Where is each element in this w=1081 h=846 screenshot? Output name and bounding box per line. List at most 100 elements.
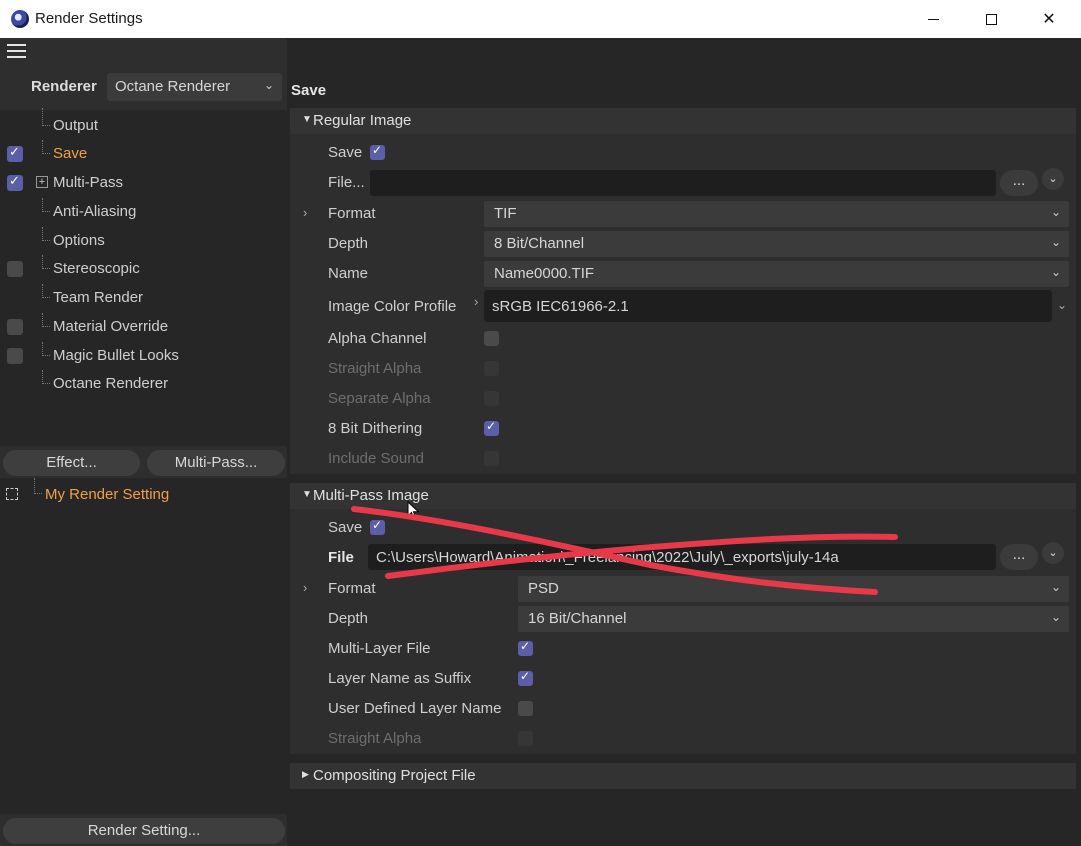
multilayer-label: Multi-Layer File (328, 640, 431, 657)
multipass-format-dropdown[interactable]: PSD ⌄ (518, 576, 1069, 602)
left-panel: Renderer Octane Renderer ⌄ Output Save +… (0, 38, 287, 846)
tree-item-options[interactable]: Options (0, 227, 287, 255)
tree-item-label: Output (53, 117, 99, 134)
renderer-select-value: Octane Renderer (115, 78, 231, 95)
chevron-right-icon[interactable]: › (474, 294, 478, 309)
color-profile-field[interactable]: sRGB IEC61966-2.1 (484, 290, 1052, 322)
regular-file-browse-button[interactable]: ... (1000, 170, 1038, 196)
format-label: Format (328, 580, 376, 597)
close-button[interactable]: ✕ (1020, 0, 1078, 38)
render-setting-button[interactable]: Render Setting... (3, 818, 285, 844)
minimize-button[interactable] (904, 0, 962, 38)
chevron-down-icon: ⌄ (1050, 235, 1061, 249)
effect-button[interactable]: Effect... (3, 450, 140, 476)
file-label: File (328, 549, 354, 566)
alpha-channel-label: Alpha Channel (328, 330, 427, 347)
format-label: Format (328, 205, 376, 222)
tree-item-label: Multi-Pass (53, 174, 124, 191)
name-value: Name0000.TIF (494, 265, 595, 282)
name-dropdown[interactable]: Name0000.TIF ⌄ (484, 261, 1069, 287)
chevron-right-icon[interactable]: › (303, 205, 307, 220)
chevron-down-icon: ⌄ (1050, 610, 1061, 624)
depth-dropdown[interactable]: 8 Bit/Channel ⌄ (484, 231, 1069, 257)
right-panel: Save ▼ Regular Image Save File... ... ⌄ … (287, 38, 1081, 846)
include-sound-checkbox (484, 451, 499, 466)
mouse-cursor-icon (407, 501, 420, 520)
tree-item-octane-renderer[interactable]: Octane Renderer (0, 370, 287, 398)
magic-bullet-checkbox[interactable] (7, 348, 23, 364)
straight-alpha-checkbox (484, 361, 499, 376)
material-override-checkbox[interactable] (7, 319, 23, 335)
straight-alpha-label: Straight Alpha (328, 360, 422, 377)
multipass-button[interactable]: Multi-Pass... (147, 450, 285, 476)
format-value: TIF (494, 205, 517, 222)
tree-item-team-render[interactable]: Team Render (0, 284, 287, 312)
color-profile-label: Image Color Profile (328, 298, 457, 315)
layer-suffix-checkbox[interactable] (518, 669, 533, 686)
render-settings-list: My Render Setting (0, 478, 287, 814)
multipass-depth-dropdown[interactable]: 16 Bit/Channel ⌄ (518, 606, 1069, 632)
hamburger-menu-icon[interactable] (7, 44, 26, 60)
multipass-file-field[interactable]: C:\Users\Howard\Animation\_Freelancing\2… (368, 544, 996, 570)
separate-alpha-label: Separate Alpha (328, 390, 431, 407)
depth-label: Depth (328, 235, 369, 252)
file-label: File... (328, 174, 365, 191)
chevron-down-icon[interactable]: ⌄ (1057, 298, 1067, 312)
chevron-down-icon: ⌄ (1050, 205, 1061, 219)
separate-alpha-checkbox (484, 391, 499, 406)
minimize-icon (927, 18, 939, 20)
tree-item-output[interactable]: Output (0, 108, 287, 140)
user-layer-label: User Defined Layer Name (328, 700, 502, 717)
tree-item-label: Anti-Aliasing (53, 203, 137, 220)
depth-label: Depth (328, 610, 369, 627)
close-icon: ✕ (1042, 11, 1056, 28)
multipass-straight-alpha-checkbox (518, 731, 533, 746)
render-setting-icon (6, 488, 18, 500)
tree-item-multi-pass[interactable]: + Multi-Pass (0, 169, 287, 197)
cinema4d-app-icon (11, 10, 29, 28)
compositing-header[interactable]: ▶ Compositing Project File (290, 763, 1076, 789)
multipass-image-body: Save File C:\Users\Howard\Animation\_Fre… (290, 509, 1076, 754)
maximize-icon (985, 13, 997, 25)
format-dropdown[interactable]: TIF ⌄ (484, 201, 1069, 227)
tree-item-label: Save (53, 145, 88, 162)
regular-save-checkbox[interactable] (370, 143, 385, 160)
tree-item-label: Stereoscopic (53, 260, 140, 277)
tree-item-anti-aliasing[interactable]: Anti-Aliasing (0, 198, 287, 226)
stereoscopic-checkbox[interactable] (7, 261, 23, 277)
save-enabled-checkbox[interactable] (7, 144, 23, 162)
multipass-enabled-checkbox[interactable] (7, 173, 23, 191)
collapse-triangle-icon: ▼ (302, 114, 312, 125)
tree-item-label: Octane Renderer (53, 375, 169, 392)
tree-item-material-override[interactable]: Material Override (0, 313, 287, 341)
alpha-channel-checkbox[interactable] (484, 331, 499, 346)
user-layer-checkbox[interactable] (518, 701, 533, 716)
tree-item-label: Magic Bullet Looks (53, 347, 179, 364)
expand-triangle-icon: ▶ (302, 769, 309, 779)
page-title: Save (291, 82, 327, 99)
depth-value: 16 Bit/Channel (528, 610, 627, 627)
maximize-button[interactable] (962, 0, 1020, 38)
render-setting-item[interactable]: My Render Setting (45, 486, 169, 503)
window-title: Render Settings (35, 10, 143, 27)
dithering-checkbox[interactable] (484, 419, 499, 436)
depth-value: 8 Bit/Channel (494, 235, 585, 252)
include-sound-label: Include Sound (328, 450, 424, 467)
expand-plus-icon[interactable]: + (36, 176, 48, 188)
renderer-select[interactable]: Octane Renderer ⌄ (107, 73, 282, 101)
chevron-down-icon: ⌄ (1050, 265, 1061, 279)
tree-item-stereoscopic[interactable]: Stereoscopic (0, 255, 287, 283)
title-bar: Render Settings ✕ (0, 0, 1081, 38)
regular-image-header[interactable]: ▼ Regular Image (290, 108, 1076, 134)
tree-item-save[interactable]: Save (0, 140, 287, 168)
multilayer-checkbox[interactable] (518, 639, 533, 656)
dithering-label: 8 Bit Dithering (328, 420, 423, 437)
regular-file-field[interactable] (370, 170, 996, 196)
multipass-file-browse-button[interactable]: ... (1000, 544, 1038, 570)
straight-alpha-label: Straight Alpha (328, 730, 422, 747)
chevron-down-icon[interactable]: ⌄ (1042, 542, 1064, 564)
tree-item-magic-bullet-looks[interactable]: Magic Bullet Looks (0, 342, 287, 370)
chevron-down-icon[interactable]: ⌄ (1042, 168, 1064, 190)
multipass-save-checkbox[interactable] (370, 518, 385, 535)
chevron-right-icon[interactable]: › (303, 580, 307, 595)
